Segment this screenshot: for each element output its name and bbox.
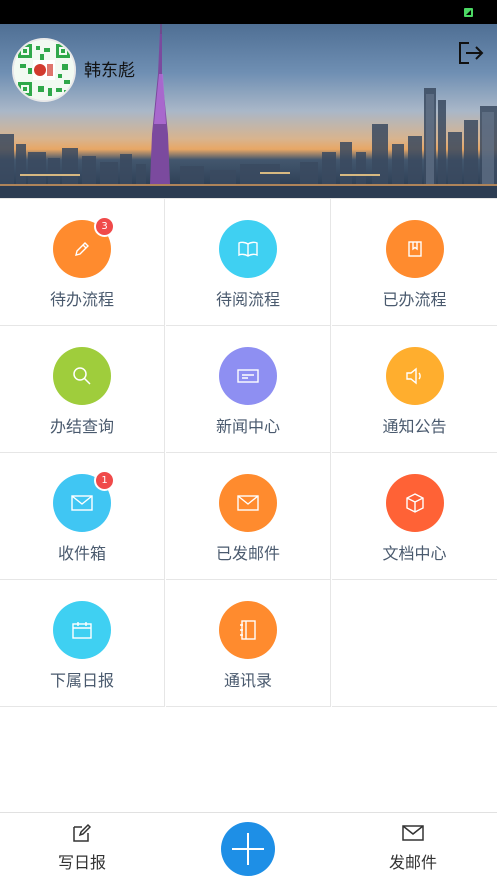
avatar[interactable] bbox=[12, 38, 76, 102]
menu-item-contacts[interactable]: 通讯录 bbox=[166, 580, 331, 707]
pencil-icon: 3 bbox=[53, 216, 115, 278]
menu-grid: 3 待办流程 待阅流程 已办流程 办结查询 新闻中心 通知公告 1 收件箱 已发… bbox=[0, 198, 497, 707]
status-bar bbox=[0, 0, 497, 24]
bookmark-icon bbox=[385, 220, 444, 278]
menu-empty-cell bbox=[332, 580, 497, 707]
battery-icon bbox=[464, 8, 473, 17]
menu-item-label: 已发邮件 bbox=[215, 544, 280, 563]
search-icon bbox=[53, 347, 111, 405]
city-skyline-image bbox=[0, 24, 497, 198]
user-name: 韩东彪 bbox=[84, 61, 135, 81]
menu-item-label: 新闻中心 bbox=[215, 417, 280, 436]
write-daily-report-label: 写日报 bbox=[57, 853, 106, 872]
box-icon bbox=[385, 474, 444, 532]
book-icon bbox=[219, 220, 277, 278]
menu-item-news-center[interactable]: 新闻中心 bbox=[166, 326, 331, 453]
menu-item-document-center[interactable]: 文档中心 bbox=[332, 453, 497, 580]
menu-item-label: 已办流程 bbox=[382, 290, 447, 309]
send-mail-button[interactable]: 发邮件 bbox=[353, 813, 473, 883]
contacts-icon bbox=[219, 601, 277, 659]
menu-item-done-process[interactable]: 已办流程 bbox=[332, 199, 497, 326]
menu-item-label: 通知公告 bbox=[382, 417, 447, 436]
mail-icon bbox=[402, 825, 424, 841]
write-daily-report-button[interactable]: 写日报 bbox=[22, 813, 142, 883]
calendar-icon bbox=[53, 601, 111, 659]
mail-icon: 1 bbox=[53, 470, 115, 532]
menu-item-inbox[interactable]: 1 收件箱 bbox=[0, 453, 165, 580]
menu-item-label: 收件箱 bbox=[57, 544, 106, 563]
menu-item-label: 待阅流程 bbox=[215, 290, 280, 309]
menu-item-finished-query[interactable]: 办结查询 bbox=[0, 326, 165, 453]
menu-item-label: 待办流程 bbox=[49, 290, 114, 309]
card-icon bbox=[219, 347, 277, 405]
send-mail-label: 发邮件 bbox=[388, 853, 437, 872]
menu-item-label: 下属日报 bbox=[49, 671, 114, 690]
add-button[interactable] bbox=[221, 822, 275, 876]
edit-icon bbox=[73, 823, 92, 842]
header-banner: 韩东彪 bbox=[0, 24, 497, 198]
qr-avatar-icon bbox=[14, 40, 74, 100]
speaker-icon bbox=[385, 347, 444, 405]
menu-item-sent-mail[interactable]: 已发邮件 bbox=[166, 453, 331, 580]
menu-item-subordinate-daily[interactable]: 下属日报 bbox=[0, 580, 165, 707]
menu-item-label: 通讯录 bbox=[223, 671, 272, 690]
pending-count-badge: 3 bbox=[94, 216, 115, 237]
menu-item-to-read-process[interactable]: 待阅流程 bbox=[166, 199, 331, 326]
inbox-count-badge: 1 bbox=[94, 470, 115, 491]
mail-sent-icon bbox=[219, 474, 277, 532]
logout-icon[interactable] bbox=[457, 40, 485, 66]
menu-item-label: 办结查询 bbox=[49, 417, 114, 436]
menu-item-pending-process[interactable]: 3 待办流程 bbox=[0, 199, 165, 326]
menu-item-label: 文档中心 bbox=[382, 544, 447, 563]
menu-item-notice[interactable]: 通知公告 bbox=[332, 326, 497, 453]
